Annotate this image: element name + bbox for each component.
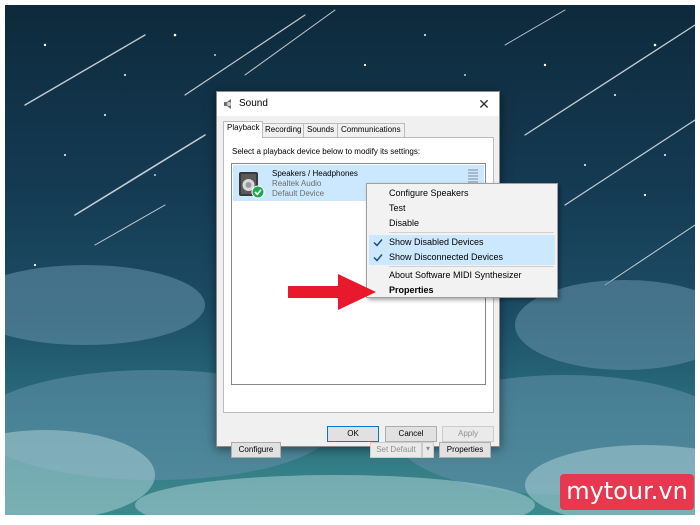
window-title: Sound — [239, 98, 268, 109]
menu-item-disable[interactable]: Disable — [369, 216, 555, 231]
menu-item-show-disabled-devices[interactable]: Show Disabled Devices — [369, 235, 555, 250]
chevron-down-icon: ▾ — [425, 444, 430, 453]
menu-item-label: Show Disabled Devices — [389, 237, 484, 247]
checkmark-icon — [373, 254, 383, 262]
tab-playback[interactable]: Playback — [223, 121, 264, 138]
menu-item-configure-speakers[interactable]: Configure Speakers — [369, 186, 555, 201]
instruction-text: Select a playback device below to modify… — [232, 147, 421, 156]
set-default-dropdown[interactable]: ▾ — [422, 442, 434, 458]
speaker-title-icon — [224, 99, 231, 109]
menu-item-show-disconnected-devices[interactable]: Show Disconnected Devices — [369, 250, 555, 265]
device-driver: Realtek Audio — [272, 179, 322, 188]
cancel-button[interactable]: Cancel — [385, 426, 437, 442]
close-button[interactable]: ✕ — [469, 92, 499, 116]
menu-separator — [389, 266, 554, 267]
menu-item-about-midi[interactable]: About Software MIDI Synthesizer — [369, 268, 555, 283]
checkmark-icon — [373, 239, 383, 247]
menu-separator — [389, 232, 554, 233]
properties-button[interactable]: Properties — [439, 442, 491, 458]
mytour-watermark: mytour.vn — [560, 474, 694, 510]
device-status: Default Device — [272, 189, 325, 198]
configure-button[interactable]: Configure — [231, 442, 281, 458]
speaker-icon — [239, 172, 265, 199]
tab-recording[interactable]: Recording — [261, 123, 306, 137]
apply-button[interactable]: Apply — [442, 426, 494, 442]
menu-item-test[interactable]: Test — [369, 201, 555, 216]
title-bar[interactable]: Sound ✕ — [217, 92, 499, 116]
menu-item-label: Show Disconnected Devices — [389, 252, 504, 262]
set-default-button[interactable]: Set Default — [370, 442, 422, 458]
tab-communications[interactable]: Communications — [337, 123, 405, 137]
red-arrow-icon — [288, 274, 376, 310]
device-name: Speakers / Headphones — [272, 169, 358, 178]
ok-button[interactable]: OK — [327, 426, 379, 442]
tab-sounds[interactable]: Sounds — [303, 123, 339, 137]
device-context-menu: Configure Speakers Test Disable Show Dis… — [366, 183, 558, 298]
menu-item-properties[interactable]: Properties — [369, 283, 555, 298]
